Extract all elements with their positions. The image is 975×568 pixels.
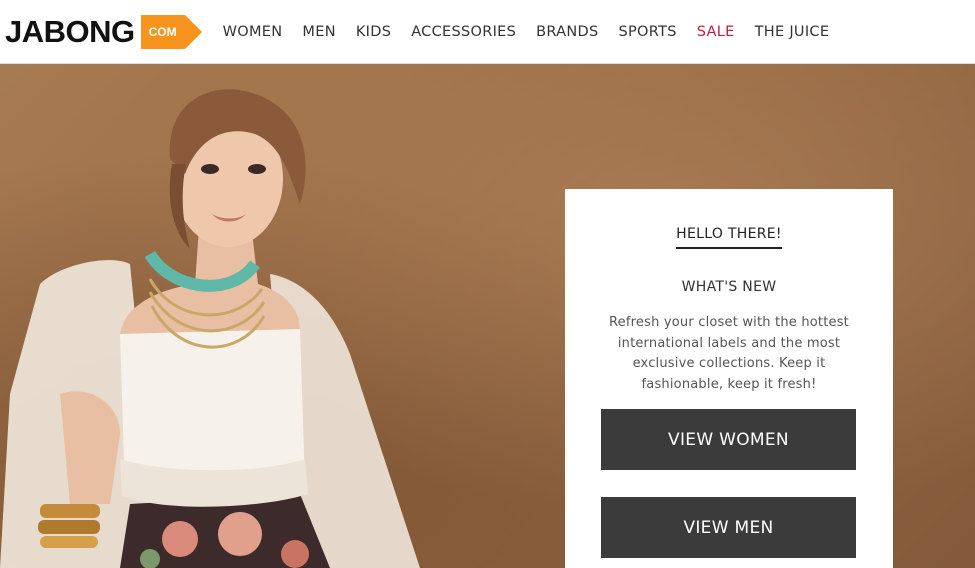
nav-item-men[interactable]: MEN [302, 24, 335, 40]
card-heading: WHAT'S NEW [681, 279, 777, 295]
logo-com-tag: COM [140, 14, 202, 49]
welcome-card: HELLO THERE! WHAT'S NEW Refresh your clo… [565, 189, 893, 568]
card-greeting: HELLO THERE! [676, 226, 782, 249]
nav-item-women[interactable]: WOMEN [223, 24, 283, 40]
main-nav: WOMEN MEN KIDS ACCESSORIES BRANDS SPORTS… [223, 24, 850, 40]
nav-item-kids[interactable]: KIDS [356, 24, 391, 40]
nav-item-the-juice[interactable]: THE JUICE [755, 24, 830, 40]
nav-item-sale[interactable]: SALE [697, 24, 735, 40]
hero-banner: HELLO THERE! WHAT'S NEW Refresh your clo… [0, 64, 975, 568]
logo-text: JABONG [5, 14, 135, 49]
jabong-logo[interactable]: JABONG COM [5, 14, 202, 49]
nav-item-accessories[interactable]: ACCESSORIES [411, 24, 516, 40]
nav-item-brands[interactable]: BRANDS [536, 24, 598, 40]
card-description: Refresh your closet with the hottest int… [609, 315, 849, 392]
model-photo [0, 89, 420, 568]
view-men-button[interactable]: VIEW MEN [601, 497, 856, 558]
nav-item-sports[interactable]: SPORTS [619, 24, 677, 40]
view-women-button[interactable]: VIEW WOMEN [601, 409, 856, 470]
site-header: JABONG COM WOMEN MEN KIDS ACCESSORIES BR… [0, 0, 975, 64]
